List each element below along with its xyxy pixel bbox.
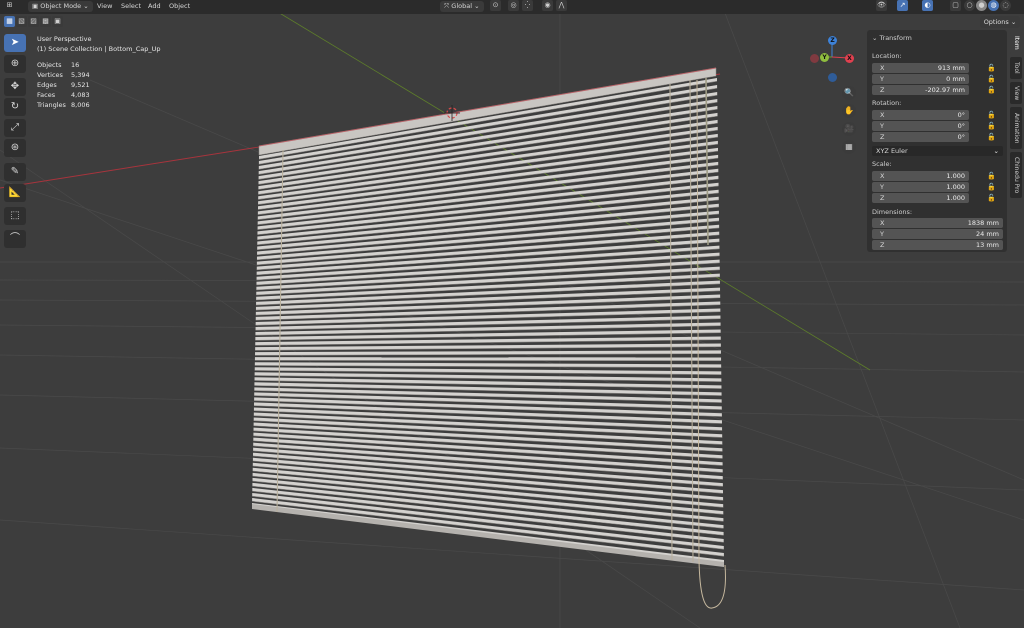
stat-objects: Objects 16 bbox=[37, 61, 80, 69]
tab-tool[interactable]: Tool bbox=[1010, 57, 1022, 79]
transform-title: Transform bbox=[879, 34, 912, 42]
sidebar-tabs: Item Tool View Animation Chinedu Pro bbox=[1010, 32, 1022, 202]
viewport-info: User Perspective (1) Scene Collection | … bbox=[37, 34, 161, 54]
xray-icon[interactable]: ▢ bbox=[950, 0, 961, 11]
scale-z-field[interactable]: Z 1.000 bbox=[872, 193, 969, 203]
select-mode-group: ▦ ▧ ▨ ▩ ▣ bbox=[4, 16, 63, 27]
lock-icon[interactable]: 🔓 bbox=[987, 86, 996, 94]
gizmo-toggle-icon[interactable]: ↗ bbox=[897, 0, 908, 11]
snap-grid-icon[interactable]: ⁛ bbox=[522, 0, 533, 11]
orientation-label: Global bbox=[451, 2, 473, 10]
gizmo-y[interactable]: Y bbox=[820, 53, 829, 62]
falloff-icon[interactable]: ⋀ bbox=[556, 0, 567, 11]
lock-icon[interactable]: 🔓 bbox=[987, 111, 996, 119]
rotation-label: Rotation: bbox=[872, 99, 902, 107]
tab-chinedu-pro[interactable]: Chinedu Pro bbox=[1010, 152, 1022, 198]
select-intersect-icon[interactable]: ▩ bbox=[40, 16, 51, 27]
view-name: User Perspective bbox=[37, 35, 92, 43]
scale-tool-icon[interactable]: ⤢ bbox=[4, 119, 26, 137]
stat-faces: Faces 4,083 bbox=[37, 91, 90, 99]
rotate-tool-icon[interactable]: ↻ bbox=[4, 98, 26, 116]
measure-tool-icon[interactable]: 📐 bbox=[4, 184, 26, 202]
active-collection: (1) Scene Collection | Bottom_Cap_Up bbox=[37, 45, 161, 53]
lock-icon[interactable]: 🔓 bbox=[987, 75, 996, 83]
lock-icon[interactable]: 🔓 bbox=[987, 194, 996, 202]
lock-icon[interactable]: 🔓 bbox=[987, 122, 996, 130]
move-tool-icon[interactable]: ✥ bbox=[4, 78, 26, 96]
visibility-icon[interactable]: 👁 bbox=[876, 0, 887, 11]
blind-slats bbox=[251, 78, 725, 564]
options-label: Options bbox=[983, 18, 1009, 26]
editor-type-icon[interactable]: ⊞ bbox=[4, 0, 15, 11]
dimensions-y-field[interactable]: Y 24 mm bbox=[872, 229, 1003, 239]
rotation-mode-dropdown[interactable]: XYZ Euler ⌄ bbox=[872, 146, 1003, 156]
menu-add[interactable]: Add bbox=[148, 1, 161, 12]
custom-tool-icon[interactable]: ⌒ bbox=[4, 230, 26, 248]
menu-object[interactable]: Object bbox=[169, 1, 190, 12]
lock-icon[interactable]: 🔓 bbox=[987, 133, 996, 141]
location-label: Location: bbox=[872, 52, 902, 60]
select-subtract-icon[interactable]: ▨ bbox=[28, 16, 39, 27]
rotation-y-field[interactable]: Y 0° bbox=[872, 121, 969, 131]
dimensions-label: Dimensions: bbox=[872, 208, 913, 216]
pan-hand-icon[interactable]: ✋ bbox=[842, 104, 856, 118]
mode-label: Object Mode bbox=[40, 2, 82, 10]
navigation-gizmo[interactable]: Z X Y bbox=[808, 34, 860, 84]
gizmo-neg-z[interactable] bbox=[828, 73, 837, 82]
zoom-icon[interactable]: 🔍 bbox=[842, 86, 856, 100]
pivot-icon[interactable]: ⊙ bbox=[490, 0, 501, 11]
shading-rendered-icon[interactable]: ◌ bbox=[1000, 0, 1011, 11]
dimensions-x-field[interactable]: X 1838 mm bbox=[872, 218, 1003, 228]
menu-select[interactable]: Select bbox=[121, 1, 141, 12]
transform-tool-icon[interactable]: ⊛ bbox=[4, 139, 26, 157]
stat-vertices: Vertices 5,394 bbox=[37, 71, 90, 79]
viewport-header: ⊞ ▣ Object Mode ⌄ View Select Add Object… bbox=[0, 0, 1024, 14]
select-tool-icon[interactable]: ➤ bbox=[4, 34, 26, 52]
gizmo-neg-x[interactable] bbox=[810, 54, 819, 63]
tab-animation[interactable]: Animation bbox=[1010, 107, 1022, 149]
shading-solid-icon[interactable]: ● bbox=[976, 0, 987, 11]
gizmo-z[interactable]: Z bbox=[828, 36, 837, 45]
gizmo-x[interactable]: X bbox=[845, 54, 854, 63]
scale-y-field[interactable]: Y 1.000 bbox=[872, 182, 969, 192]
shading-material-icon[interactable]: ◍ bbox=[988, 0, 999, 11]
rotation-x-field[interactable]: X 0° bbox=[872, 110, 969, 120]
stat-triangles: Triangles 8,006 bbox=[37, 101, 90, 109]
select-extend-icon[interactable]: ▧ bbox=[16, 16, 27, 27]
dimensions-z-field[interactable]: Z 13 mm bbox=[872, 240, 1003, 250]
select-invert-icon[interactable]: ▣ bbox=[52, 16, 63, 27]
mode-dropdown[interactable]: ▣ Object Mode ⌄ bbox=[28, 1, 93, 12]
lock-icon[interactable]: 🔓 bbox=[987, 172, 996, 180]
annotate-tool-icon[interactable]: ✎ bbox=[4, 163, 26, 181]
proportional-edit-icon[interactable]: ◉ bbox=[542, 0, 553, 11]
lock-icon[interactable]: 🔓 bbox=[987, 64, 996, 72]
stat-edges: Edges 9,521 bbox=[37, 81, 90, 89]
lock-icon[interactable]: 🔓 bbox=[987, 183, 996, 191]
scale-x-field[interactable]: X 1.000 bbox=[872, 171, 969, 181]
location-x-field[interactable]: X 913 mm bbox=[872, 63, 969, 73]
tab-view[interactable]: View bbox=[1010, 82, 1022, 104]
location-y-field[interactable]: Y0 mm bbox=[872, 74, 969, 84]
overlay-toggle-icon[interactable]: ◐ bbox=[922, 0, 933, 11]
menu-view[interactable]: View bbox=[97, 1, 112, 12]
scale-label: Scale: bbox=[872, 160, 892, 168]
tab-item[interactable]: Item bbox=[1010, 32, 1022, 54]
add-cube-tool-icon[interactable]: ⬚ bbox=[4, 207, 26, 225]
ortho-grid-icon[interactable]: ▦ bbox=[842, 140, 856, 154]
transform-header[interactable]: ⌄ Transform bbox=[872, 34, 912, 42]
location-z-field[interactable]: Z -202.97 mm bbox=[872, 85, 969, 95]
shading-wireframe-icon[interactable]: ○ bbox=[964, 0, 975, 11]
snap-icon[interactable]: ◎ bbox=[508, 0, 519, 11]
select-box-new-icon[interactable]: ▦ bbox=[4, 16, 15, 27]
cursor-tool-icon[interactable]: ⊕ bbox=[4, 55, 26, 73]
orientation-dropdown[interactable]: ⤧ Global ⌄ bbox=[440, 1, 484, 12]
camera-view-icon[interactable]: 🎥 bbox=[842, 122, 856, 136]
transform-panel: ⌄ Transform Location: X 913 mm Y0 mm Z -20… bbox=[867, 30, 1007, 252]
rotation-z-field[interactable]: Z 0° bbox=[872, 132, 969, 142]
options-dropdown[interactable]: Options ⌄ bbox=[980, 16, 1020, 28]
